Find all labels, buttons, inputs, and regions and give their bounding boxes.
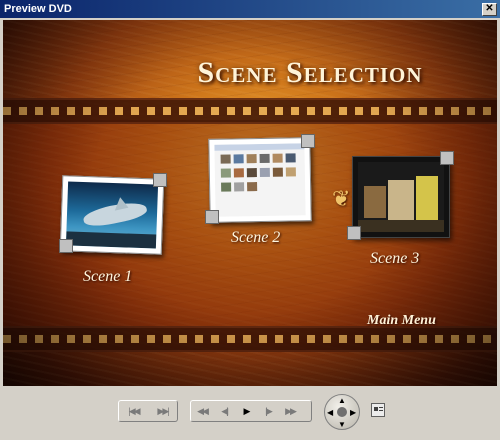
- scene-1-button[interactable]: [59, 173, 169, 257]
- play-icon: ▶: [243, 405, 251, 416]
- books-thumbnail-image: [358, 162, 444, 232]
- window-title: Preview DVD: [4, 3, 72, 15]
- frame-corner-icon: [347, 226, 361, 240]
- transport-button-group: ◀◀ ◀|| ▶ ||▶ ▶▶: [190, 400, 312, 422]
- fast-forward-button[interactable]: ▶▶: [279, 402, 301, 420]
- frame-corner-icon: [301, 134, 315, 148]
- previous-chapter-icon: |◀◀: [128, 405, 140, 416]
- scene-1-thumbnail: [59, 175, 165, 255]
- dvd-preview-area: Scene Selection Scene 1 Scene 2 ❦ Scene …: [3, 20, 497, 386]
- scene-3-thumbnail: [352, 156, 450, 238]
- scene-2-label[interactable]: Scene 2: [231, 229, 280, 247]
- rewind-icon: ◀◀: [197, 405, 209, 416]
- nav-right-arrow-icon[interactable]: ▶: [350, 408, 356, 417]
- fast-forward-icon: ▶▶: [285, 405, 297, 416]
- frame-corner-icon: [440, 151, 454, 165]
- next-chapter-button[interactable]: ▶▶|: [148, 402, 177, 420]
- menu-heading: Scene Selection: [197, 56, 423, 89]
- shark-thumbnail-image: [65, 181, 159, 249]
- dvd-menu-icon[interactable]: [371, 403, 385, 417]
- frame-corner-icon: [59, 239, 73, 253]
- gallery-thumbnail-image: [214, 143, 306, 217]
- main-menu-button[interactable]: Main Menu: [367, 313, 436, 329]
- step-back-icon: ◀||: [221, 405, 228, 416]
- chapter-button-group: |◀◀ ▶▶|: [118, 400, 178, 422]
- step-forward-icon: ||▶: [265, 405, 272, 416]
- step-back-button[interactable]: ◀||: [213, 402, 235, 420]
- title-bar: Preview DVD ✕: [0, 0, 500, 18]
- close-button[interactable]: ✕: [482, 2, 497, 16]
- scene-1-label[interactable]: Scene 1: [83, 268, 132, 286]
- step-forward-button[interactable]: ||▶: [257, 402, 279, 420]
- next-chapter-icon: ▶▶|: [157, 405, 169, 416]
- close-icon: ✕: [485, 3, 494, 14]
- dvd-navigation-pad-icon[interactable]: ▲ ▼ ◀ ▶: [324, 394, 360, 430]
- ornament-pointer-icon: ❦: [332, 186, 351, 211]
- nav-enter-button[interactable]: [337, 407, 347, 417]
- scene-3-label[interactable]: Scene 3: [370, 250, 419, 268]
- nav-up-arrow-icon[interactable]: ▲: [338, 396, 346, 405]
- frame-corner-icon: [153, 173, 167, 187]
- play-button[interactable]: ▶: [235, 402, 257, 420]
- previous-chapter-button[interactable]: |◀◀: [119, 402, 148, 420]
- nav-left-arrow-icon[interactable]: ◀: [327, 408, 333, 417]
- scene-2-thumbnail: [208, 137, 312, 223]
- playback-controls: |◀◀ ▶▶| ◀◀ ◀|| ▶ ||▶ ▶▶ ▲ ▼ ◀ ▶: [0, 388, 500, 440]
- nav-down-arrow-icon[interactable]: ▼: [338, 420, 346, 429]
- rewind-button[interactable]: ◀◀: [191, 402, 213, 420]
- frame-corner-icon: [205, 210, 219, 224]
- scene-2-button[interactable]: [205, 134, 319, 226]
- scene-3-button[interactable]: [347, 151, 454, 244]
